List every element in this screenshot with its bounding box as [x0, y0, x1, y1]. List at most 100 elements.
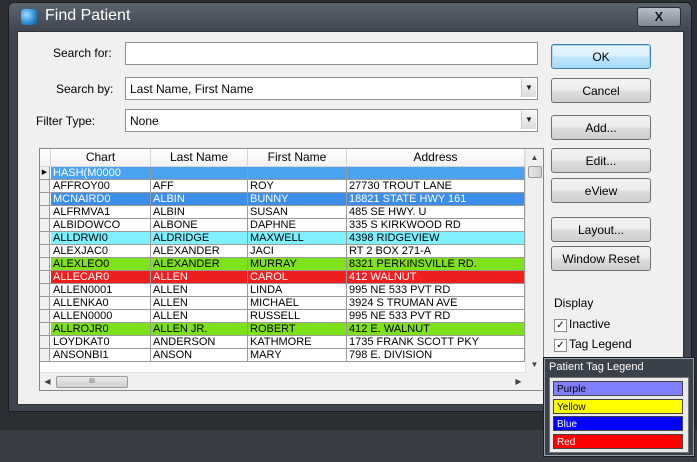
cell-first-name: KATHMORE	[248, 336, 347, 348]
cell-first-name: ROBERT	[248, 323, 347, 335]
row-selector[interactable]	[40, 232, 50, 244]
cell-chart: ALLEN0001	[51, 284, 151, 296]
row-selector[interactable]	[40, 206, 50, 218]
horizontal-scroll-thumb[interactable]: III	[56, 376, 128, 388]
cell-first-name: MAXWELL	[248, 232, 347, 244]
cell-last-name	[151, 167, 248, 179]
table-row[interactable]: ALLEN0001 ALLEN LINDA 995 NE 533 PVT RD	[40, 284, 525, 297]
table-row[interactable]: MCNAIRD0 ALBIN BUNNY 18821 STATE HWY 161	[40, 193, 525, 206]
filter-type-value: None	[130, 114, 159, 128]
search-by-label: Search by:	[56, 82, 114, 96]
cell-chart: ALLECAR0	[51, 271, 151, 283]
cell-chart: HASH(M0000	[51, 167, 151, 179]
column-header-last-name[interactable]: Last Name	[151, 149, 248, 166]
row-selector[interactable]	[40, 297, 50, 309]
dialog-body: Search for: Search by: Last Name, First …	[17, 31, 684, 405]
row-selector[interactable]	[40, 219, 50, 231]
cell-last-name: ALBIN	[151, 206, 248, 218]
title-bar[interactable]: Find Patient X	[9, 3, 691, 31]
window-reset-button[interactable]: Window Reset	[551, 246, 651, 271]
table-row[interactable]: ALLECAR0 ALLEN CAROL 412 WALNUT	[40, 271, 525, 284]
row-selector[interactable]	[40, 258, 50, 270]
table-row[interactable]: ALLENKA0 ALLEN MICHAEL 3924 S TRUMAN AVE	[40, 297, 525, 310]
row-selector[interactable]	[40, 180, 50, 192]
cell-first-name: MURRAY	[248, 258, 347, 270]
cell-last-name: ANDERSON	[151, 336, 248, 348]
table-row[interactable]: ALLDRWI0 ALDRIDGE MAXWELL 4398 RIDGEVIEW	[40, 232, 525, 245]
chevron-down-icon[interactable]: ▼	[521, 111, 536, 129]
table-row[interactable]: LOYDKAT0 ANDERSON KATHMORE 1735 FRANK SCOTT…	[40, 336, 525, 349]
grid-rows: ▶ HASH(M0000 AFFROY00 AFF ROY 27730 TROUT LAN…	[40, 167, 525, 362]
row-selector[interactable]	[40, 336, 50, 348]
scroll-right-icon[interactable]: ▶	[511, 373, 526, 390]
dialog-title: Find Patient	[45, 7, 131, 24]
chevron-down-icon[interactable]: ▼	[521, 79, 536, 97]
cell-first-name: BUNNY	[248, 193, 347, 205]
patient-grid[interactable]: Chart Last Name First Name Address ▶ HASH…	[39, 148, 544, 391]
cell-chart: MCNAIRD0	[51, 193, 151, 205]
search-by-value: Last Name, First Name	[130, 82, 254, 96]
layout-button[interactable]: Layout...	[551, 217, 651, 242]
patient-tag-legend[interactable]: Patient Tag Legend Purple Yellow Blue Red	[544, 358, 694, 456]
tag-legend-checkbox[interactable]: ✓	[554, 339, 567, 352]
scroll-left-icon[interactable]: ◀	[40, 373, 55, 390]
app-icon	[21, 9, 37, 25]
filter-type-label: Filter Type:	[36, 114, 96, 128]
cell-first-name: CAROL	[248, 271, 347, 283]
search-by-select[interactable]: Last Name, First Name ▼	[125, 77, 538, 100]
horizontal-scrollbar[interactable]: ◀ III ▶	[40, 372, 526, 390]
search-for-input[interactable]	[125, 42, 538, 65]
cell-chart: ALLDRWI0	[51, 232, 151, 244]
close-icon: X	[654, 9, 664, 24]
table-row[interactable]: AFFROY00 AFF ROY 27730 TROUT LANE	[40, 180, 525, 193]
inactive-checkbox[interactable]: ✓	[554, 319, 567, 332]
cell-chart: AFFROY00	[51, 180, 151, 192]
row-selector[interactable]	[40, 245, 50, 257]
tag-legend-label: Tag Legend	[569, 337, 632, 351]
table-row[interactable]: ALBIDOWCO ALBONE DAPHNE 335 S KIRKWOOD RD	[40, 219, 525, 232]
close-button[interactable]: X	[637, 7, 681, 27]
filter-type-select[interactable]: None ▼	[125, 109, 538, 132]
cell-address: 3924 S TRUMAN AVE	[347, 297, 525, 309]
column-header-address[interactable]: Address	[347, 149, 525, 166]
cell-address: 18821 STATE HWY 161	[347, 193, 525, 205]
row-selector[interactable]	[40, 349, 50, 361]
cell-address: 335 S KIRKWOOD RD	[347, 219, 525, 231]
table-row[interactable]: ALLEN0000 ALLEN RUSSELL 995 NE 533 PVT RD	[40, 310, 525, 323]
scroll-down-icon[interactable]: ▼	[526, 356, 543, 373]
row-selector[interactable]	[40, 284, 50, 296]
column-header-chart[interactable]: Chart	[51, 149, 151, 166]
cell-chart: ALBIDOWCO	[51, 219, 151, 231]
table-row[interactable]: ANSONBI1 ANSON MARY 798 E. DIVISION	[40, 349, 525, 362]
scroll-up-icon[interactable]: ▲	[526, 149, 543, 166]
edit-button[interactable]: Edit...	[551, 148, 651, 173]
row-selector[interactable]	[40, 310, 50, 322]
current-row-indicator-icon[interactable]: ▶	[40, 167, 50, 179]
vertical-scroll-thumb[interactable]	[528, 166, 542, 178]
inactive-label: Inactive	[569, 317, 611, 331]
legend-item-blue: Blue	[553, 416, 683, 431]
table-row[interactable]: ALEXLEO0 ALEXANDER MURRAY 8321 PERKINSVILLE…	[40, 258, 525, 271]
add-button[interactable]: Add...	[551, 115, 651, 140]
cancel-button[interactable]: Cancel	[551, 78, 651, 103]
column-header-first-name[interactable]: First Name	[248, 149, 347, 166]
cell-address: 1735 FRANK SCOTT PKY	[347, 336, 525, 348]
cell-last-name: ALBONE	[151, 219, 248, 231]
cell-address: 412 WALNUT	[347, 271, 525, 283]
ok-button[interactable]: OK	[551, 44, 651, 69]
table-row[interactable]: ALEXJAC0 ALEXANDER JACI RT 2 BOX 271-A	[40, 245, 525, 258]
row-selector[interactable]	[40, 193, 50, 205]
cell-last-name: ALBIN	[151, 193, 248, 205]
cell-address	[347, 167, 525, 179]
cell-address: 995 NE 533 PVT RD	[347, 284, 525, 296]
cell-first-name: SUSAN	[248, 206, 347, 218]
row-selector[interactable]	[40, 271, 50, 283]
row-selector[interactable]	[40, 323, 50, 335]
table-row[interactable]: ▶ HASH(M0000	[40, 167, 525, 180]
vertical-scrollbar[interactable]: ▲ ▼	[525, 149, 543, 373]
cell-address: 4398 RIDGEVIEW	[347, 232, 525, 244]
table-row[interactable]: ALFRMVA1 ALBIN SUSAN 485 SE HWY. U	[40, 206, 525, 219]
eview-button[interactable]: eView	[551, 178, 651, 203]
table-row[interactable]: ALLROJR0 ALLEN JR. ROBERT 412 E. WALNUT	[40, 323, 525, 336]
checkmark-icon: ✓	[556, 320, 565, 331]
